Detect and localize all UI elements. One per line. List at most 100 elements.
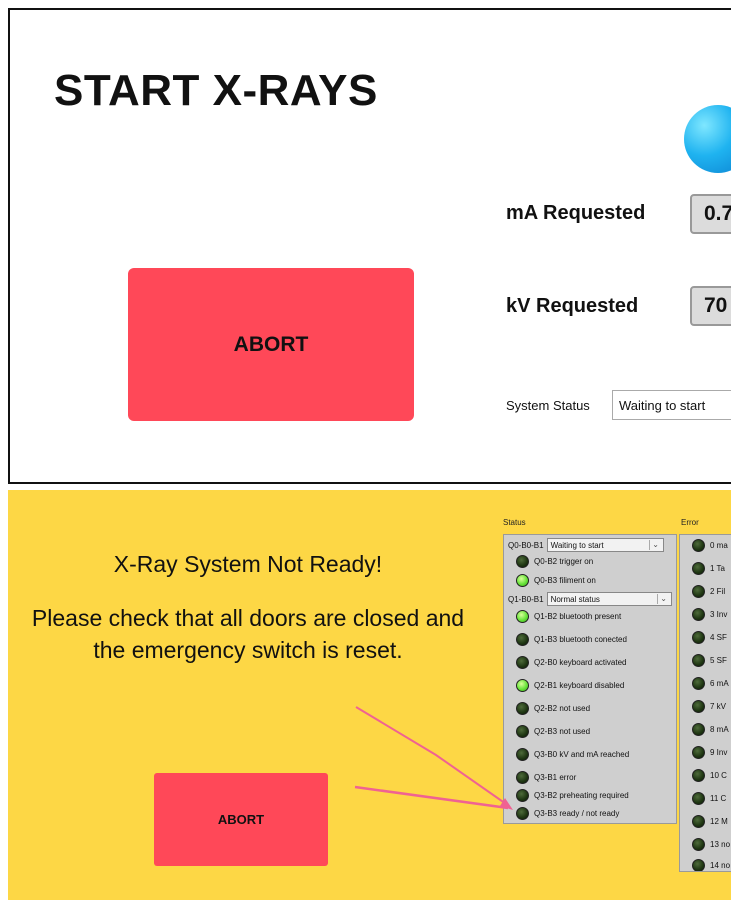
led-indicator-icon bbox=[692, 607, 705, 621]
led-row: Q1-B3 bluetooth conected bbox=[516, 631, 627, 647]
error-led-row: 8 mA bbox=[692, 721, 729, 737]
led-label: Q0-B2 trigger on bbox=[534, 556, 594, 566]
error-led-label: 1 Ta bbox=[710, 563, 725, 573]
led-indicator-icon bbox=[692, 630, 705, 644]
led-indicator-icon bbox=[516, 554, 529, 568]
system-status-field: Waiting to start bbox=[612, 390, 731, 420]
error-led-row: 3 Inv bbox=[692, 606, 727, 622]
not-ready-message: X-Ray System Not Ready! Please check tha… bbox=[28, 548, 468, 666]
led-indicator-icon bbox=[516, 747, 529, 761]
error-led-row: 11 C bbox=[692, 790, 726, 806]
led-indicator-icon bbox=[692, 653, 705, 667]
abort-button[interactable]: ABORT bbox=[128, 268, 414, 421]
led-indicator-icon bbox=[692, 814, 705, 828]
led-indicator-icon bbox=[516, 609, 529, 623]
error-led-row: 1 Ta bbox=[692, 560, 725, 576]
status-dropdown-row-q0: Q0-B0-B1 Waiting to start ⌄ bbox=[508, 537, 664, 553]
led-indicator-icon bbox=[692, 699, 705, 713]
not-ready-title: X-Ray System Not Ready! bbox=[113, 551, 383, 577]
status-select-q1[interactable]: Normal status ⌄ bbox=[546, 592, 672, 606]
error-led-label: 3 Inv bbox=[710, 609, 728, 619]
status-select-q0[interactable]: Waiting to start ⌄ bbox=[546, 538, 664, 552]
not-ready-instructions: Please check that all doors are closed a… bbox=[31, 605, 465, 663]
select-value: Waiting to start bbox=[550, 540, 604, 550]
led-indicator-icon bbox=[692, 561, 705, 575]
kv-requested-field[interactable]: 70 bbox=[690, 286, 731, 326]
led-indicator-icon bbox=[692, 768, 705, 782]
error-led-label: 6 mA bbox=[710, 678, 729, 688]
led-label: Q3-B3 ready / not ready bbox=[534, 808, 620, 818]
led-indicator-icon bbox=[516, 655, 529, 669]
error-led-label: 9 Inv bbox=[710, 747, 728, 757]
led-label: Q1-B2 bluetooth present bbox=[534, 611, 622, 621]
error-led-label: 7 kV bbox=[710, 701, 727, 711]
led-label: Q2-B1 keyboard disabled bbox=[534, 680, 625, 690]
led-row: Q0-B3 filiment on bbox=[516, 572, 596, 588]
status-indicator-icon bbox=[684, 105, 731, 173]
dropdown-label: Q0-B0-B1 bbox=[508, 540, 544, 550]
error-led-row: 5 SF bbox=[692, 652, 727, 668]
led-row: Q2-B2 not used bbox=[516, 700, 590, 716]
error-led-row: 13 no bbox=[692, 836, 730, 852]
led-row: Q1-B2 bluetooth present bbox=[516, 608, 621, 624]
error-led-label: 8 mA bbox=[710, 724, 729, 734]
error-led-row: 12 M bbox=[692, 813, 728, 829]
status-heading: Status bbox=[503, 518, 526, 527]
chevron-down-icon: ⌄ bbox=[648, 540, 662, 550]
error-led-label: 5 SF bbox=[710, 655, 727, 665]
error-led-label: 10 C bbox=[710, 770, 727, 780]
led-row: Q2-B3 not used bbox=[516, 723, 590, 739]
led-indicator-icon bbox=[516, 788, 529, 802]
led-row: Q3-B0 kV and mA reached bbox=[516, 746, 629, 762]
led-indicator-icon bbox=[516, 724, 529, 738]
error-led-label: 11 C bbox=[710, 793, 727, 803]
led-label: Q3-B0 kV and mA reached bbox=[534, 749, 630, 759]
error-led-label: 13 no bbox=[710, 839, 731, 849]
led-label: Q2-B2 not used bbox=[534, 703, 591, 713]
led-indicator-icon bbox=[516, 806, 529, 820]
led-label: Q3-B1 error bbox=[534, 772, 577, 782]
error-led-row: 7 kV bbox=[692, 698, 726, 714]
abort-button-secondary[interactable]: ABORT bbox=[154, 773, 328, 866]
led-row: Q2-B1 keyboard disabled bbox=[516, 677, 624, 693]
led-label: Q1-B3 bluetooth conected bbox=[534, 634, 627, 644]
led-indicator-icon bbox=[692, 837, 705, 851]
error-led-row: 10 C bbox=[692, 767, 727, 783]
led-label: Q2-B0 keyboard activated bbox=[534, 657, 627, 667]
chevron-down-icon: ⌄ bbox=[656, 594, 670, 604]
error-led-label: 0 ma bbox=[710, 540, 728, 550]
led-row: Q2-B0 keyboard activated bbox=[516, 654, 627, 670]
error-led-label: 4 SF bbox=[710, 632, 727, 642]
led-indicator-icon bbox=[692, 791, 705, 805]
led-indicator-icon bbox=[692, 722, 705, 736]
error-heading: Error bbox=[681, 518, 699, 527]
led-indicator-icon bbox=[692, 858, 705, 871]
status-panel: Q0-B0-B1 Waiting to start ⌄ Q0-B2 trigge… bbox=[503, 534, 677, 824]
not-ready-panel: X-Ray System Not Ready! Please check tha… bbox=[8, 490, 731, 900]
error-led-label: 12 M bbox=[710, 816, 728, 826]
kv-requested-label: kV Requested bbox=[506, 295, 639, 317]
dropdown-label: Q1-B0-B1 bbox=[508, 594, 544, 604]
error-led-row: 9 Inv bbox=[692, 744, 727, 760]
error-panel: 0 ma 1 Ta 2 Fil 3 Inv 4 SF 5 SF 6 mA 7 kV 8 mA 9 … bbox=[679, 534, 731, 872]
ma-requested-label: mA Requested bbox=[506, 202, 646, 224]
led-indicator-icon bbox=[692, 584, 705, 598]
error-led-label: 14 no bbox=[710, 860, 731, 870]
error-led-row: 4 SF bbox=[692, 629, 727, 645]
led-indicator-icon bbox=[516, 770, 529, 784]
error-led-label: 2 Fil bbox=[710, 586, 726, 596]
led-row: Q3-B2 preheating required bbox=[516, 787, 629, 803]
led-row: Q3-B3 ready / not ready bbox=[516, 805, 619, 821]
system-status-label: System Status bbox=[506, 398, 590, 413]
led-row: Q0-B2 trigger on bbox=[516, 553, 593, 569]
led-indicator-icon bbox=[692, 538, 705, 552]
led-indicator-icon bbox=[692, 745, 705, 759]
led-indicator-icon bbox=[692, 676, 705, 690]
led-label: Q3-B2 preheating required bbox=[534, 790, 629, 800]
ma-requested-field[interactable]: 0.7 bbox=[690, 194, 731, 234]
page-title: START X-RAYS bbox=[54, 66, 378, 115]
error-led-row: 2 Fil bbox=[692, 583, 725, 599]
led-indicator-icon bbox=[516, 678, 529, 692]
led-label: Q0-B3 filiment on bbox=[534, 575, 596, 585]
led-label: Q2-B3 not used bbox=[534, 726, 591, 736]
